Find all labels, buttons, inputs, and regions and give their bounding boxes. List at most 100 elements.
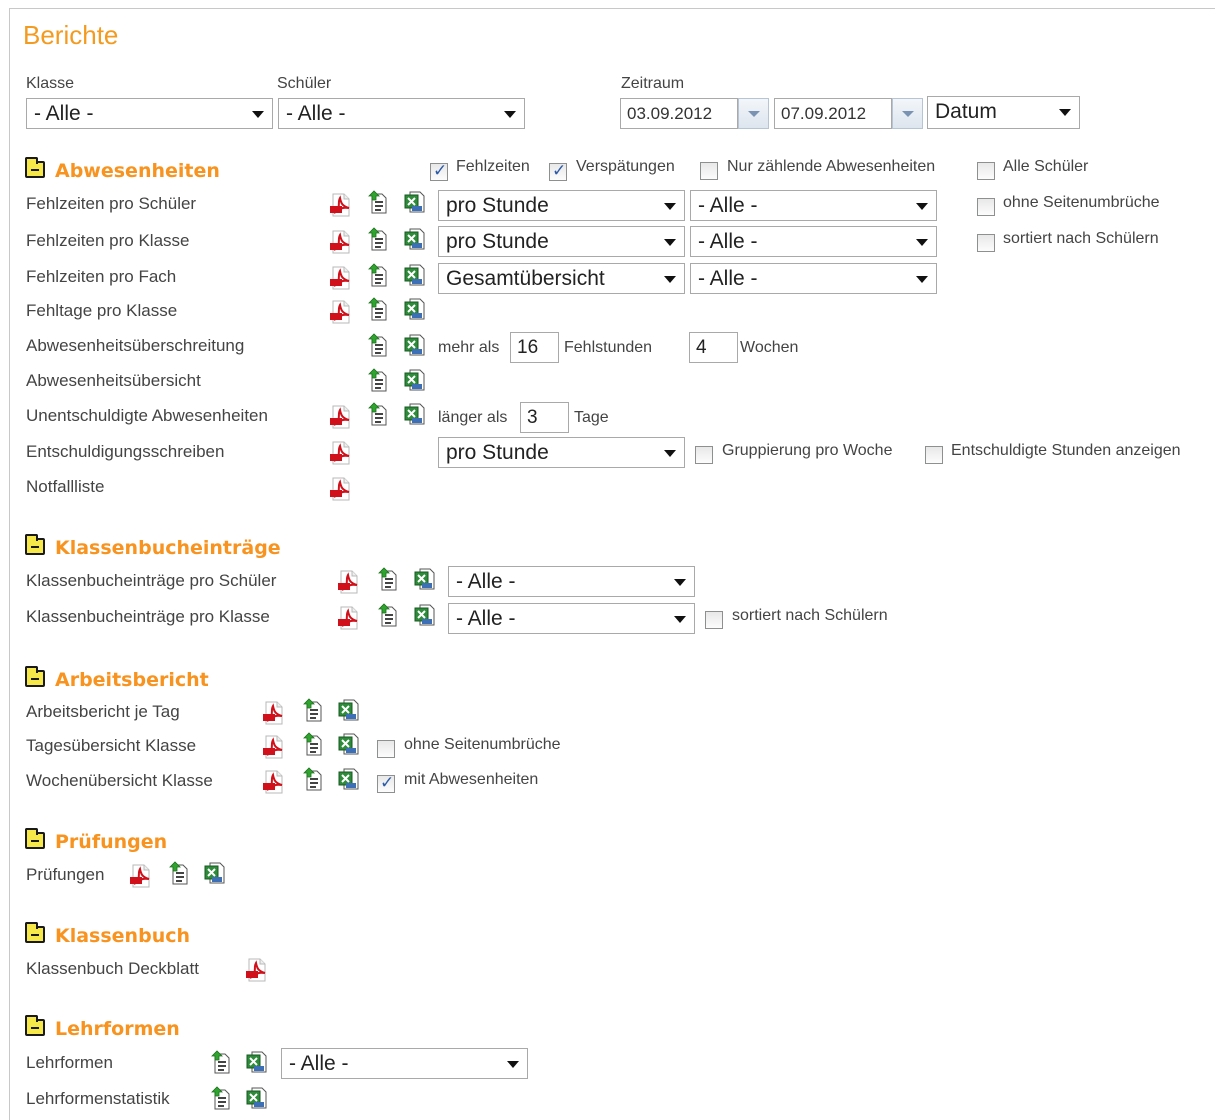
schueler-select[interactable]: - Alle -: [278, 98, 525, 129]
folder-collapse-icon[interactable]: [25, 922, 45, 943]
pdf-icon[interactable]: [262, 701, 284, 725]
report-label: Unentschuldigte Abwesenheiten: [26, 406, 268, 425]
excel-icon[interactable]: [414, 567, 436, 591]
pdf-icon[interactable]: [329, 266, 351, 290]
folder-collapse-icon[interactable]: [25, 828, 45, 849]
excel-icon[interactable]: [404, 402, 426, 426]
alle-schueler-checkbox[interactable]: [977, 162, 995, 180]
fehlzeiten-checkbox[interactable]: [430, 161, 448, 181]
excel-icon[interactable]: [404, 368, 426, 392]
section-title-arbeitsbericht: Arbeitsbericht: [55, 669, 209, 691]
excel-icon[interactable]: [204, 861, 226, 885]
pdf-icon[interactable]: [245, 958, 267, 982]
laenger-als-label: länger als: [438, 409, 508, 426]
date-to-input[interactable]: 07.09.2012: [774, 98, 892, 129]
excel-icon[interactable]: [404, 190, 426, 214]
pdf-icon[interactable]: [262, 770, 284, 794]
mode-select[interactable]: pro Stunde: [438, 190, 685, 221]
date-from-input[interactable]: 03.09.2012: [620, 98, 738, 129]
chevron-down-icon: [916, 276, 928, 283]
mehr-als-label: mehr als: [438, 339, 500, 356]
filter-select[interactable]: - Alle -: [690, 226, 937, 257]
date-from-picker-button[interactable]: [738, 98, 769, 129]
html-export-icon[interactable]: [302, 698, 324, 722]
pdf-icon[interactable]: [329, 300, 351, 324]
option-label: mit Abwesenheiten: [404, 771, 539, 788]
mode-select[interactable]: Gesamtübersicht: [438, 263, 685, 294]
html-export-icon[interactable]: [367, 263, 389, 287]
html-export-icon[interactable]: [367, 190, 389, 214]
pdf-icon[interactable]: [262, 735, 284, 759]
date-mode-select[interactable]: Datum: [927, 96, 1080, 129]
filter-select[interactable]: - Alle -: [281, 1048, 528, 1079]
pdf-icon[interactable]: [337, 570, 359, 594]
fehlstunden-label: Fehlstunden: [564, 339, 653, 356]
chevron-down-icon: [674, 579, 686, 586]
section-title-abwesenheiten: Abwesenheiten: [55, 160, 220, 182]
pdf-icon[interactable]: [329, 193, 351, 217]
excel-icon[interactable]: [246, 1050, 268, 1074]
fehlstunden-input[interactable]: 16: [510, 332, 559, 363]
html-export-icon[interactable]: [302, 767, 324, 791]
pdf-icon[interactable]: [329, 477, 351, 501]
ohne-seitenumbrueche-checkbox[interactable]: [977, 198, 995, 216]
tage-input[interactable]: 3: [520, 402, 569, 433]
klasse-select[interactable]: - Alle -: [26, 98, 273, 129]
filter-select[interactable]: - Alle -: [448, 566, 695, 597]
pdf-icon[interactable]: [329, 405, 351, 429]
html-export-icon[interactable]: [377, 567, 399, 591]
section-title-klassenbuch: Klassenbuch: [55, 925, 191, 947]
html-export-icon[interactable]: [168, 861, 190, 885]
pdf-icon[interactable]: [337, 606, 359, 630]
filter-select[interactable]: - Alle -: [690, 263, 937, 294]
excel-icon[interactable]: [338, 732, 360, 756]
pdf-icon[interactable]: [329, 230, 351, 254]
excel-icon[interactable]: [338, 767, 360, 791]
folder-collapse-icon[interactable]: [25, 534, 45, 555]
chevron-down-icon: [748, 111, 760, 117]
verspaetungen-checkbox[interactable]: [549, 161, 567, 181]
html-export-icon[interactable]: [367, 368, 389, 392]
ohne-seitenumbrueche-checkbox[interactable]: [377, 740, 395, 758]
folder-collapse-icon[interactable]: [25, 157, 45, 178]
option-label: ohne Seitenumbrüche: [1003, 194, 1160, 211]
mode-select[interactable]: pro Stunde: [438, 437, 685, 468]
date-to-picker-button[interactable]: [892, 98, 923, 129]
mode-select[interactable]: pro Stunde: [438, 226, 685, 257]
wochen-input[interactable]: 4: [689, 332, 738, 363]
html-export-icon[interactable]: [377, 603, 399, 627]
html-export-icon[interactable]: [367, 227, 389, 251]
folder-collapse-icon[interactable]: [25, 666, 45, 687]
entschuldigte-stunden-checkbox[interactable]: [925, 446, 943, 464]
pdf-icon[interactable]: [129, 864, 151, 888]
gruppierung-pro-woche-checkbox[interactable]: [695, 446, 713, 464]
html-export-icon[interactable]: [210, 1050, 232, 1074]
filter-select[interactable]: - Alle -: [690, 190, 937, 221]
filter-select[interactable]: - Alle -: [448, 603, 695, 634]
html-export-icon[interactable]: [367, 402, 389, 426]
nur-zaehlende-checkbox[interactable]: [700, 162, 718, 180]
report-label: Fehlzeiten pro Schüler: [26, 194, 197, 213]
excel-icon[interactable]: [404, 333, 426, 357]
html-export-icon[interactable]: [367, 333, 389, 357]
report-label: Abwesenheitsüberschreitung: [26, 336, 245, 355]
excel-icon[interactable]: [338, 698, 360, 722]
excel-icon[interactable]: [404, 263, 426, 287]
excel-icon[interactable]: [404, 227, 426, 251]
excel-icon[interactable]: [404, 297, 426, 321]
excel-icon[interactable]: [246, 1086, 268, 1110]
pdf-icon[interactable]: [329, 441, 351, 465]
folder-collapse-icon[interactable]: [25, 1015, 45, 1036]
html-export-icon[interactable]: [302, 732, 324, 756]
html-export-icon[interactable]: [210, 1086, 232, 1110]
sortiert-nach-schuelern-checkbox[interactable]: [705, 611, 723, 629]
excel-icon[interactable]: [414, 603, 436, 627]
html-export-icon[interactable]: [367, 297, 389, 321]
page-title: Berichte: [23, 20, 119, 50]
sortiert-nach-schuelern-checkbox[interactable]: [977, 234, 995, 252]
chevron-down-icon: [664, 203, 676, 210]
mit-abwesenheiten-checkbox[interactable]: [377, 773, 395, 793]
chevron-down-icon: [674, 616, 686, 623]
report-label: Tagesübersicht Klasse: [26, 736, 197, 755]
fehlzeiten-label: Fehlzeiten: [456, 158, 530, 175]
